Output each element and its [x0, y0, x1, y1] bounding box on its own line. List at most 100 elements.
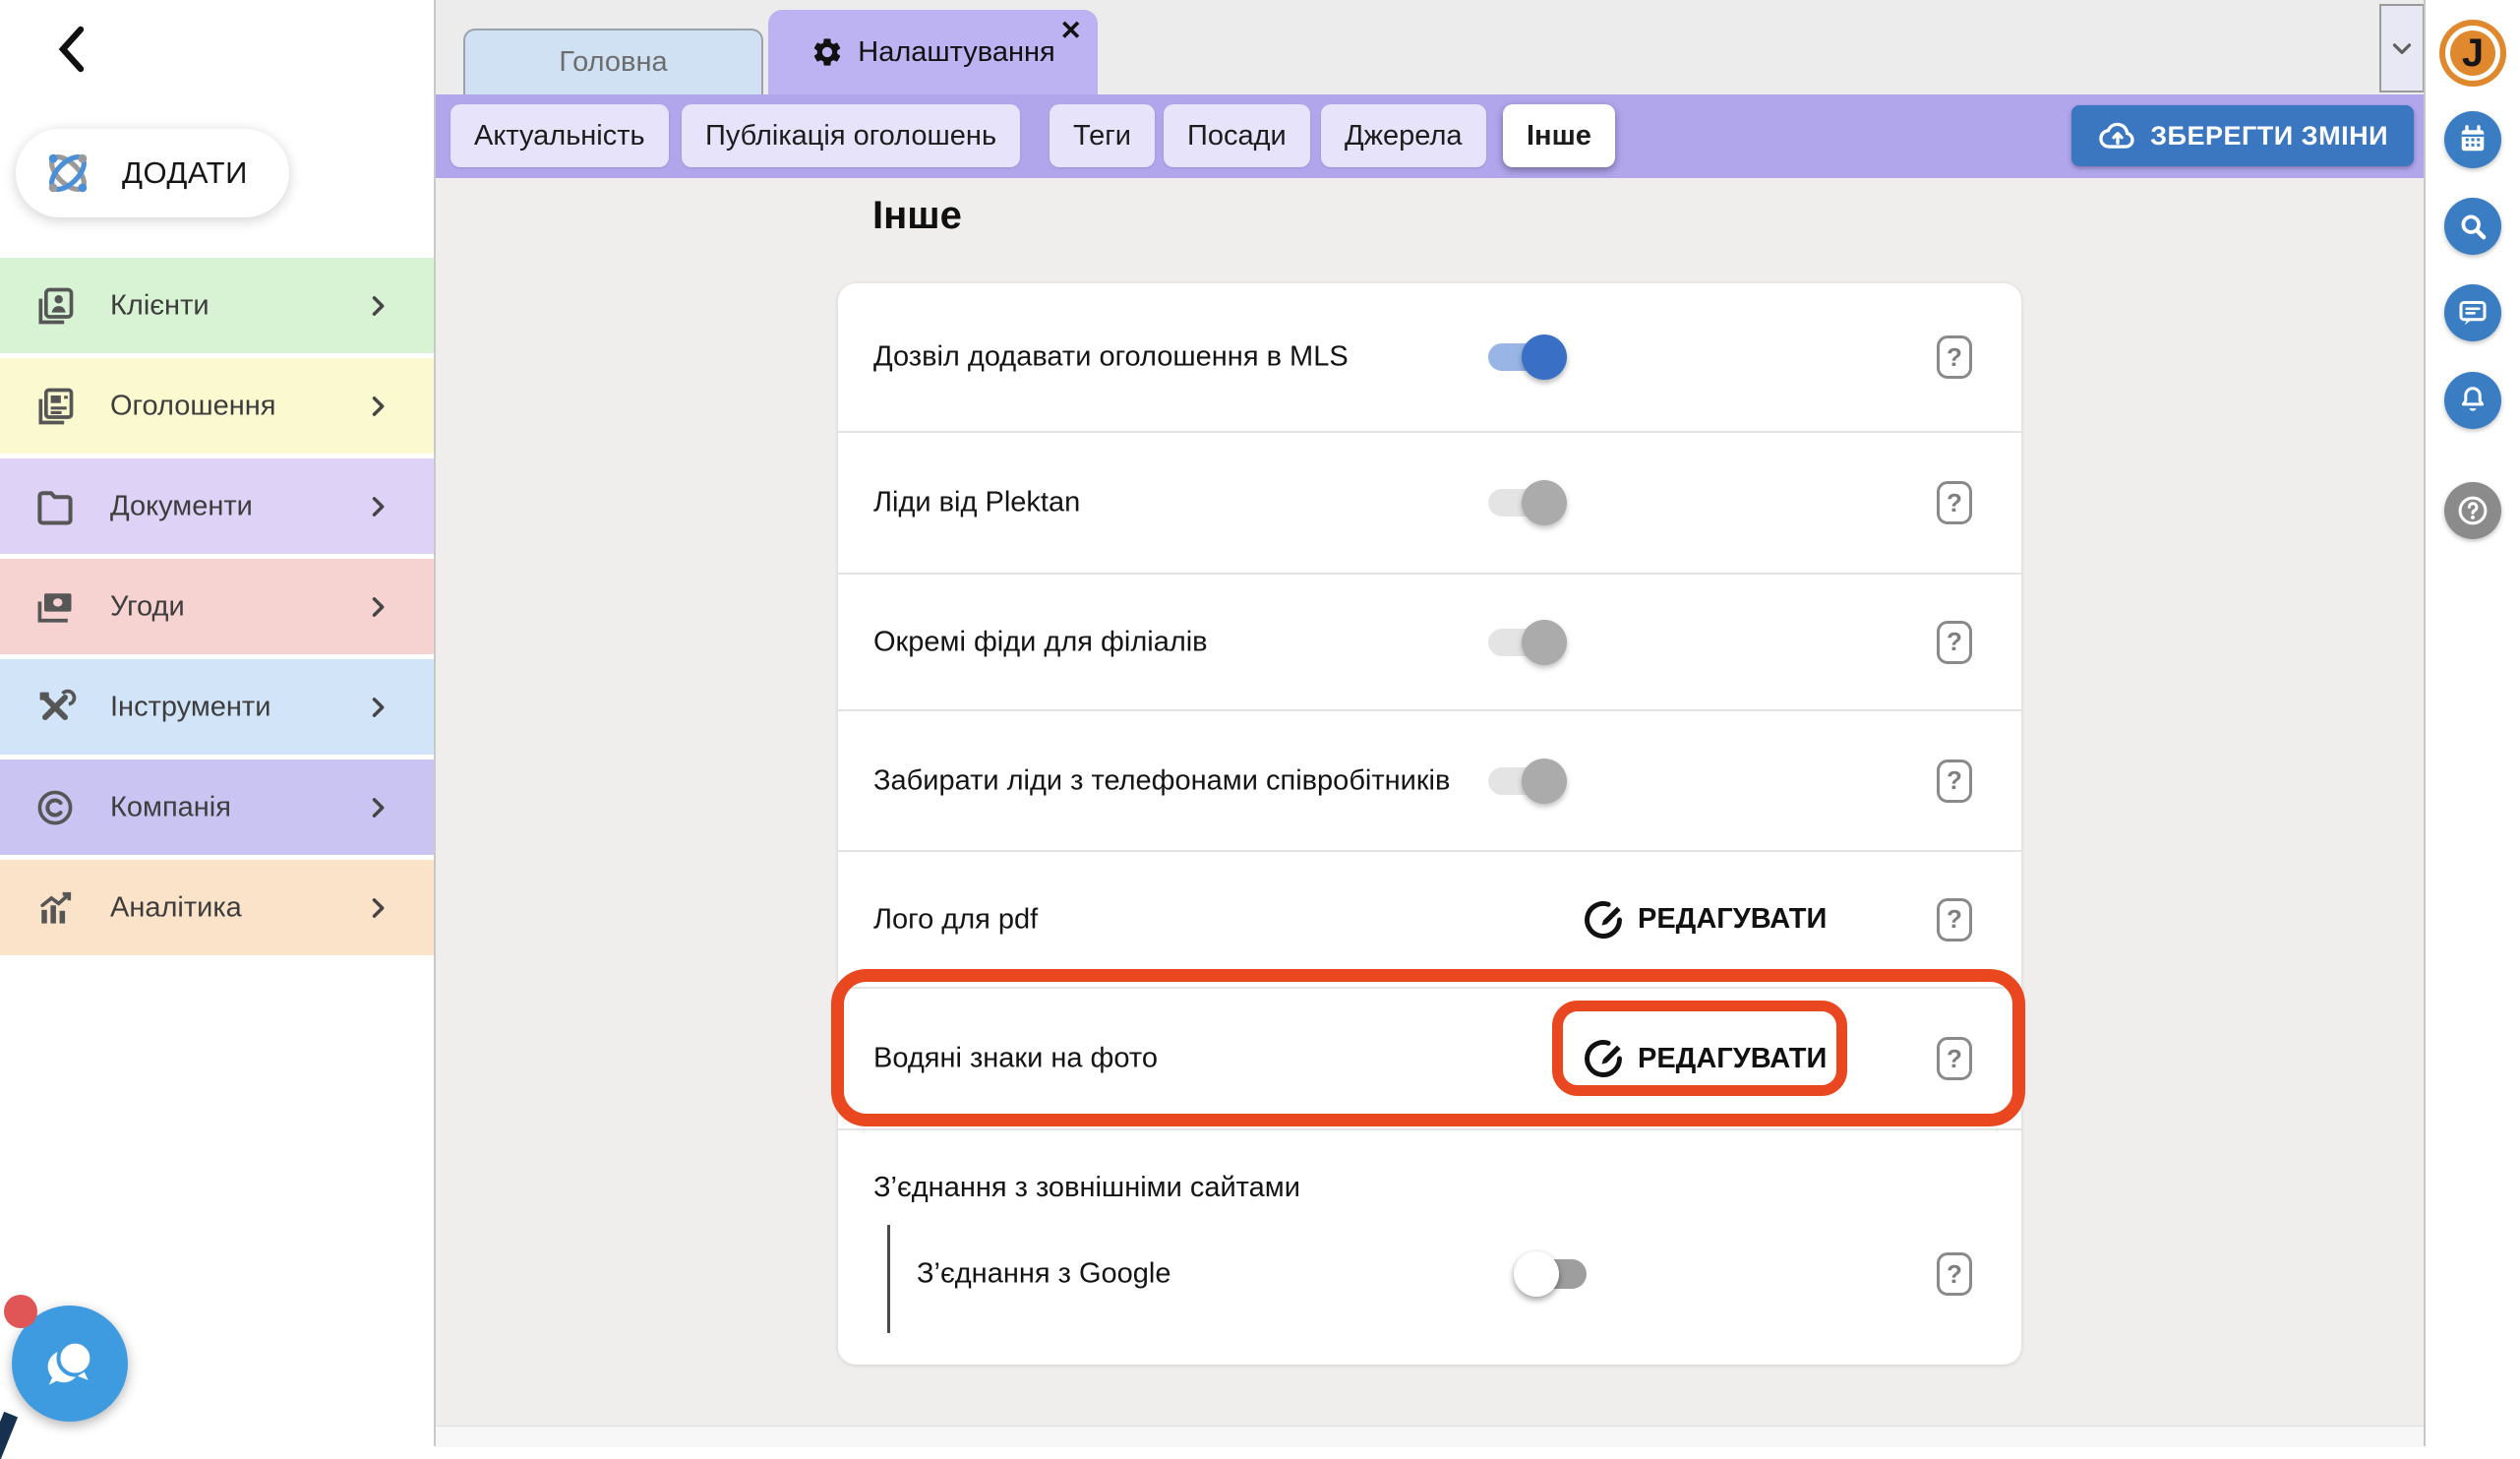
subtab-other[interactable]: Інше — [1503, 104, 1615, 167]
notifications-button[interactable] — [2444, 372, 2501, 429]
subtab-tags[interactable]: Теги — [1050, 104, 1155, 167]
calendar-button[interactable] — [2444, 111, 2501, 168]
sidebar-item-label: Угоди — [110, 590, 185, 623]
horizontal-scroll-track[interactable] — [436, 1426, 2424, 1447]
close-icon[interactable]: ✕ — [1059, 16, 1082, 46]
help-icon[interactable]: ? — [1937, 898, 1972, 942]
back-button[interactable] — [49, 24, 96, 75]
help-icon[interactable]: ? — [1937, 1037, 1972, 1080]
connections-section: З’єднання з зовнішніми сайтами З’єднання… — [838, 1130, 2021, 1365]
subtab-label: Інше — [1527, 120, 1591, 152]
edit-icon — [1582, 898, 1625, 942]
tab-home[interactable]: Головна — [463, 29, 763, 94]
analytics-icon — [33, 886, 77, 930]
setting-row-pdf-logo: Лого для pdf РЕДАГУВАТИ ? — [838, 852, 2021, 989]
chevron-right-icon — [364, 694, 391, 721]
sidebar-item-listings[interactable]: Оголошення — [0, 358, 434, 454]
save-changes-button[interactable]: ЗБЕРЕГТИ ЗМІНИ — [2071, 105, 2414, 166]
clients-icon — [33, 284, 77, 328]
sidebar-item-label: Аналітика — [110, 891, 242, 924]
sidebar-item-analytics[interactable]: Аналітика — [0, 860, 434, 955]
setting-label: Окремі фіди для філіалів — [873, 626, 1208, 658]
sidebar-item-deals[interactable]: Угоди — [0, 559, 434, 654]
settings-card: Дозвіл додавати оголошення в MLS ? Ліди … — [838, 283, 2021, 1365]
help-symbol: ? — [1947, 1044, 1962, 1074]
deals-icon — [33, 585, 77, 629]
help-icon[interactable]: ? — [1937, 760, 1972, 803]
subtab-sources[interactable]: Джерела — [1321, 104, 1486, 167]
sidebar-item-tools[interactable]: Інструменти — [0, 659, 434, 755]
chevron-right-icon — [364, 894, 391, 922]
sidebar-item-label: Інструменти — [110, 691, 270, 723]
connections-section-label: З’єднання з зовнішніми сайтами — [873, 1172, 1300, 1204]
support-button[interactable] — [2444, 482, 2501, 539]
page-title: Інше — [872, 194, 962, 238]
help-symbol: ? — [1947, 342, 1962, 373]
user-avatar[interactable]: J — [2439, 20, 2506, 87]
subtab-label: Посади — [1187, 120, 1287, 152]
toggle-thumb — [1514, 1251, 1559, 1297]
mls-toggle[interactable] — [1488, 343, 1555, 371]
tab-settings[interactable]: Налаштування ✕ — [768, 10, 1098, 94]
sidebar-item-documents[interactable]: Документи — [0, 458, 434, 554]
calendar-icon — [2455, 122, 2490, 157]
tab-settings-label: Налаштування — [858, 36, 1054, 69]
toggle-thumb — [1522, 759, 1567, 804]
help-icon[interactable]: ? — [1937, 621, 1972, 664]
chevron-down-icon — [2387, 33, 2417, 63]
setting-label: Забирати ліди з телефонами співробітникі… — [873, 764, 1450, 797]
chevron-right-icon — [364, 593, 391, 621]
toggle-thumb — [1522, 334, 1567, 380]
help-icon[interactable]: ? — [1937, 335, 1972, 379]
help-symbol: ? — [1947, 1259, 1962, 1290]
tab-list-dropdown[interactable] — [2379, 4, 2425, 92]
sidebar-item-label: Оголошення — [110, 390, 276, 422]
left-sidebar: ДОДАТИ Клієнти — [0, 0, 436, 1446]
setting-label: Водяні знаки на фото — [873, 1043, 1158, 1075]
plektan-leads-toggle[interactable] — [1488, 489, 1555, 517]
sub-item-indent-line — [887, 1225, 890, 1333]
right-rail: J — [2424, 0, 2520, 1446]
sidebar-item-company[interactable]: Компанія — [0, 760, 434, 855]
pdf-logo-edit-button[interactable]: РЕДАГУВАТИ — [1582, 898, 1827, 942]
branch-feeds-toggle[interactable] — [1488, 629, 1555, 656]
subtab-publication[interactable]: Публікація оголошень — [682, 104, 1020, 167]
subtab-label: Джерела — [1345, 120, 1463, 152]
google-connection-toggle[interactable] — [1522, 1259, 1587, 1289]
employee-phone-leads-toggle[interactable] — [1488, 767, 1555, 795]
help-symbol: ? — [1947, 627, 1962, 657]
bell-icon — [2455, 383, 2490, 418]
gear-icon — [810, 35, 844, 69]
subtab-relevance[interactable]: Актуальність — [450, 104, 669, 167]
chevron-right-icon — [364, 794, 391, 821]
setting-row-employee-phone-leads: Забирати ліди з телефонами співробітникі… — [838, 711, 2021, 852]
help-icon[interactable]: ? — [1937, 481, 1972, 524]
search-button[interactable] — [2444, 198, 2501, 255]
setting-row-branch-feeds: Окремі фіди для філіалів ? — [838, 575, 2021, 711]
add-button[interactable]: ДОДАТИ — [16, 129, 289, 217]
setting-label: Ліди від Plektan — [873, 487, 1080, 519]
help-symbol: ? — [1947, 488, 1962, 518]
chevron-right-icon — [364, 393, 391, 420]
sidebar-item-label: Компанія — [110, 791, 231, 823]
chevron-right-icon — [364, 493, 391, 520]
brand-logo-icon — [37, 143, 98, 204]
setting-row-photo-watermarks: Водяні знаки на фото РЕДАГУВАТИ ? — [838, 989, 2021, 1130]
sidebar-item-label: Документи — [110, 490, 253, 522]
subtab-positions[interactable]: Посади — [1164, 104, 1310, 167]
watermarks-edit-button[interactable]: РЕДАГУВАТИ — [1582, 1037, 1827, 1080]
tab-strip: Головна Налаштування ✕ — [436, 0, 2424, 94]
sidebar-item-clients[interactable]: Клієнти — [0, 258, 434, 353]
settings-content: Інше Дозвіл додавати оголошення в MLS ? … — [436, 178, 2424, 1446]
add-button-label: ДОДАТИ — [122, 155, 248, 191]
help-icon[interactable]: ? — [1937, 1252, 1972, 1296]
help-symbol: ? — [1947, 765, 1962, 796]
edit-icon — [1582, 1037, 1625, 1080]
listings-icon — [33, 385, 77, 428]
cloud-upload-icon — [2097, 115, 2138, 156]
subtab-label: Публікація оголошень — [705, 120, 996, 152]
settings-subtab-bar: Актуальність Публікація оголошень Теги П… — [436, 94, 2424, 178]
chat-notification-badge — [4, 1295, 37, 1328]
chat-icon — [2455, 295, 2490, 331]
messages-button[interactable] — [2444, 284, 2501, 341]
